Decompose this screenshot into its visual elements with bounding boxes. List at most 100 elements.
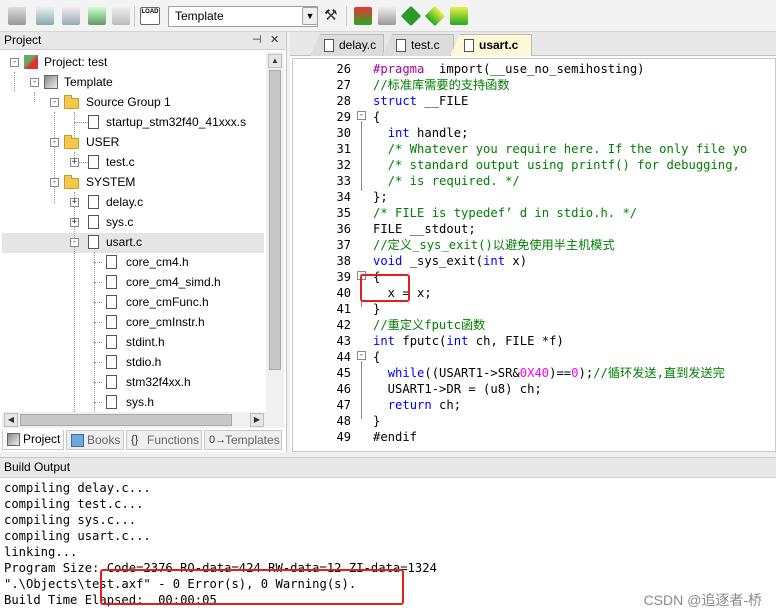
tree-item-file[interactable]: startup_stm32f40_41xxx.s	[106, 112, 246, 132]
scroll-up-icon[interactable]: ▲	[268, 54, 282, 68]
options-icon[interactable]: ⚒	[324, 7, 342, 25]
code-line: int handle;	[373, 125, 469, 141]
tab-label: Books	[87, 433, 121, 447]
expand-toggle[interactable]: +	[70, 158, 79, 167]
code-token: return	[387, 398, 432, 412]
tree-item-group[interactable]: USER	[86, 132, 119, 152]
tab-delay-c[interactable]: delay.c	[310, 34, 384, 56]
build-output-title: Build Output	[4, 460, 71, 474]
code-line: USART1->DR = (u8) ch;	[373, 381, 542, 397]
code-token: #pragma	[373, 62, 425, 76]
project-vscrollbar[interactable]: ▲	[266, 52, 284, 412]
line-number: 42	[336, 318, 351, 332]
pack-installer-icon[interactable]	[400, 5, 422, 27]
code-line: /* FILE is typedef’ d in stdio.h. */	[373, 205, 637, 221]
build-output-line: compiling sys.c...	[4, 513, 137, 527]
collapse-toggle[interactable]: -	[50, 178, 59, 187]
line-gutter: 26 27 28 29 30 31 32 33 34 35 36 37 38 39 40 41 42 43 44 45…	[293, 59, 355, 451]
translate-icon[interactable]	[8, 7, 26, 25]
code-token: void	[373, 254, 403, 268]
tree-item-project[interactable]: Project: test	[44, 52, 107, 72]
tab-usart-c[interactable]: usart.c	[450, 34, 532, 56]
project-panel-header: Project ⊣ ✕	[0, 32, 286, 50]
line-number: 32	[336, 158, 351, 172]
scroll-thumb[interactable]	[20, 414, 232, 426]
code-token: ch, FILE *f)	[468, 334, 564, 348]
file-icon	[106, 335, 117, 349]
code-area[interactable]: 26 27 28 29 30 31 32 33 34 35 36 37 38 39 40 41 42 43 44 45…	[292, 58, 776, 452]
code-token: 0X40	[519, 366, 550, 380]
folder-icon	[64, 95, 79, 109]
tree-item-header[interactable]: core_cm4.h	[126, 252, 189, 272]
project-hscrollbar[interactable]: ◀ ▶	[2, 412, 284, 428]
scroll-thumb[interactable]	[269, 70, 281, 370]
chevron-down-icon[interactable]: ▼	[302, 7, 318, 25]
expand-toggle[interactable]: +	[70, 198, 79, 207]
file-icon	[106, 255, 117, 269]
stop-build-icon[interactable]	[112, 7, 130, 25]
folder-icon	[64, 175, 79, 189]
pin-icon[interactable]: ⊣	[252, 32, 262, 49]
tree-item-file[interactable]: test.c	[106, 152, 135, 172]
tab-test-c[interactable]: test.c	[382, 34, 454, 56]
tree-item-group[interactable]: SYSTEM	[86, 172, 135, 192]
fold-collapse-icon[interactable]: -	[357, 111, 366, 120]
tree-item-header[interactable]: core_cmInstr.h	[126, 312, 205, 332]
file-icon	[106, 395, 117, 409]
tree-item-file[interactable]: sys.c	[106, 212, 133, 232]
tree-item-header[interactable]: core_cm4_simd.h	[126, 272, 221, 292]
code-token: {	[373, 350, 381, 364]
scroll-left-icon[interactable]: ◀	[4, 413, 18, 427]
line-number: 34	[336, 190, 351, 204]
scroll-right-icon[interactable]: ▶	[250, 413, 264, 427]
collapse-toggle[interactable]: -	[10, 58, 19, 67]
line-number: 33	[336, 174, 351, 188]
code-token: //标准库需要的支持函数	[373, 78, 510, 92]
code-token: int	[387, 126, 410, 140]
tab-label: delay.c	[339, 38, 377, 52]
code-line: }	[373, 413, 380, 429]
tree-item-header[interactable]: core_cmFunc.h	[126, 292, 209, 312]
rebuild-icon[interactable]	[62, 7, 80, 25]
tree-item-header[interactable]: sys.h	[126, 392, 154, 412]
target-select[interactable]: Template	[168, 6, 318, 27]
tree-item-file[interactable]: usart.c	[106, 232, 142, 252]
tab-functions[interactable]: {} Functions	[126, 430, 202, 450]
collapse-toggle[interactable]: -	[50, 138, 59, 147]
code-token: import(__use_no_semihosting)	[424, 62, 645, 76]
tree-item-header[interactable]: stm32f4xx.h	[126, 372, 191, 392]
code-token: /* is required. */	[373, 174, 520, 188]
expand-toggle[interactable]: +	[70, 218, 79, 227]
collapse-toggle[interactable]: -	[50, 98, 59, 107]
software-packs-icon[interactable]	[450, 7, 468, 25]
tab-templates[interactable]: 0→ Templates	[204, 430, 282, 450]
build-output-header: Build Output	[0, 458, 776, 478]
download-icon[interactable]: LOAD	[140, 7, 160, 25]
tree-item-header[interactable]: stdint.h	[126, 332, 165, 352]
tree-item-target[interactable]: Template	[64, 72, 113, 92]
target-icon	[44, 75, 58, 89]
collapse-toggle[interactable]: -	[30, 78, 39, 87]
collapse-toggle[interactable]: -	[70, 238, 79, 247]
project-panel: Project ⊣ ✕ - Project: test - Template -…	[0, 32, 287, 452]
line-number: 26	[336, 62, 351, 76]
fold-collapse-icon[interactable]: -	[357, 351, 366, 360]
build-icon[interactable]	[36, 7, 54, 25]
manage-components-icon[interactable]	[354, 7, 372, 25]
batch-build-icon[interactable]	[88, 7, 106, 25]
select-packs-icon[interactable]	[424, 5, 446, 27]
tab-books[interactable]: Books	[66, 430, 124, 450]
code-line: #endif	[373, 429, 417, 445]
tree-item-file[interactable]: delay.c	[106, 192, 143, 212]
file-icon	[88, 235, 99, 249]
code-line: return ch;	[373, 397, 461, 413]
tree-item-group[interactable]: Source Group 1	[86, 92, 171, 112]
run-time-env-icon[interactable]	[378, 7, 396, 25]
tab-project[interactable]: Project	[2, 430, 64, 450]
tree-item-header[interactable]: stdio.h	[126, 352, 161, 372]
code-token: struct	[373, 94, 418, 108]
close-icon[interactable]: ✕	[270, 32, 279, 49]
annotation-box	[100, 569, 404, 605]
